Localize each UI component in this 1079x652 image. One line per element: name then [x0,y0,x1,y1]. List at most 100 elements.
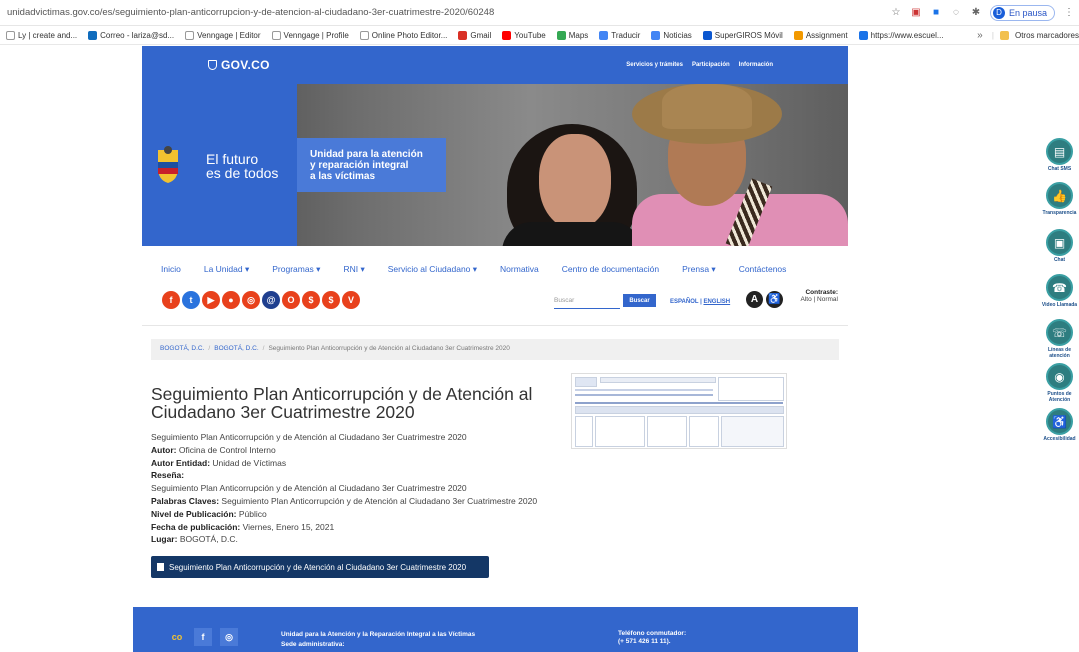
footer-address: Unidad para la Atención y la Reparación … [281,631,476,648]
facebook-icon[interactable]: f [194,628,212,646]
woman-body [502,222,642,246]
bookmark-icon [793,30,803,40]
accessibility-icon[interactable]: ♿ [766,291,783,308]
bookmark-label: Assignment [805,30,848,40]
menu-item[interactable]: Contáctenos [739,264,787,275]
document-details: Seguimiento Plan Anticorrupción y de Ate… [151,432,538,545]
side-widget-5[interactable]: ◉ Puntos de Atención [1040,363,1079,403]
other-bookmarks[interactable]: Otros marcadores [1015,31,1079,40]
top-nav-item[interactable]: Información [739,62,773,68]
side-widget-3[interactable]: ☎ Video Llamada [1040,274,1079,308]
extension2-icon[interactable]: ■ [930,7,942,19]
breadcrumb-item[interactable]: BOGOTÁ, D.C. [214,345,258,352]
menu-icon[interactable]: ⋮ [1063,7,1075,19]
bookmark-item[interactable]: Online Photo Editor... [359,30,448,40]
o-icon[interactable]: O [282,291,300,309]
side-widget-4[interactable]: ☏ Líneas de atención [1040,319,1079,359]
menu-item[interactable]: Prensa ▾ [682,264,716,275]
document-thumbnail[interactable] [571,373,787,449]
co-logo-icon[interactable]: co [168,628,186,646]
bookmark-label: Online Photo Editor... [371,30,448,40]
bookmark-label: Maps [568,30,589,40]
banner-unit-title: Unidad para la atención y reparación int… [310,149,423,182]
twitter-icon[interactable]: t [182,291,200,309]
puzzle-icon[interactable]: ✱ [970,7,982,19]
top-nav-item[interactable]: Participación [692,62,730,68]
menu-item[interactable]: La Unidad ▾ [204,264,249,275]
bookmark-item[interactable]: Correo - lariza@sd... [88,30,174,40]
s-icon[interactable]: $ [302,291,320,309]
bookmark-item[interactable]: Venngage | Profile [271,30,349,40]
banner-slogan: El futuro es de todos [206,151,279,181]
menu-item[interactable]: Inicio [161,264,181,275]
bookmark-icon [185,30,195,40]
bookmarks-bar: Ly | create and... Correo - lariza@sd... V… [0,26,1079,45]
side-widget-0[interactable]: ▤ Chat SMS [1040,138,1079,172]
doc-author: Oficina de Control Interno [178,444,276,455]
search-input[interactable]: Buscar [554,295,620,309]
menu-item[interactable]: RNI ▾ [343,264,364,275]
bookmark-icon [359,30,369,40]
hero-banner: El futuro es de todos Unidad para la ate… [142,84,848,246]
s2-icon[interactable]: $ [322,291,340,309]
star-icon[interactable]: ☆ [890,7,902,19]
bookmark-label: Traducir [611,30,641,40]
side-widget-6[interactable]: ♿ Accesibilidad [1040,408,1079,442]
main-menu-bar: Inicio La Unidad ▾ Programas ▾ RNI ▾ Servici… [142,246,848,326]
main-menu: Inicio La Unidad ▾ Programas ▾ RNI ▾ Servici… [161,264,809,275]
doc-subtitle: Seguimiento Plan Anticorrupción y de Ate… [151,432,467,442]
side-widget-icon: ♿ [1046,408,1073,435]
bookmark-label: Venngage | Editor [197,30,261,40]
youtube-icon[interactable]: ▶ [202,291,220,309]
v-icon[interactable]: V [342,291,360,309]
breadcrumb-item[interactable]: BOGOTÁ, D.C. [160,345,204,352]
menu-item[interactable]: Programas ▾ [272,264,320,275]
bookmark-item[interactable]: Traducir [599,30,641,40]
side-widget-icon: ☎ [1046,274,1073,301]
url-field[interactable]: unidadvictimas.gov.co/es/seguimiento-pla… [0,7,890,18]
folder-icon [999,31,1009,40]
lang-en[interactable]: ENGLISH [703,299,730,305]
side-widget-1[interactable]: 👍 Transparencia [1040,182,1079,216]
side-widget-label: Accesibilidad [1043,436,1076,442]
font-size-button[interactable]: A [746,291,763,308]
bookmark-item[interactable]: Assignment [793,30,848,40]
side-widget-label: Chat SMS [1047,166,1072,172]
bookmark-item[interactable]: https://www.escuel... [858,30,944,40]
contrast-high[interactable]: Alto [801,296,812,303]
breadcrumb-current: Seguimiento Plan Anticorrupción y de Ate… [268,345,510,352]
profile-button[interactable]: D En pausa [989,4,1055,21]
side-widget-icon: ◉ [1046,363,1073,390]
menu-item[interactable]: Servicio al Ciudadano ▾ [388,264,477,275]
side-widget-2[interactable]: ▣ Chat [1040,229,1079,263]
bookmark-item[interactable]: Gmail [458,30,491,40]
instagram-icon[interactable]: ◎ [242,291,260,309]
bookmark-item[interactable]: Noticias [651,30,692,40]
bookmark-item[interactable]: Ly | create and... [6,30,77,40]
bookmark-icon [702,30,712,40]
extension-icon[interactable]: ▣ [910,7,922,19]
lang-es[interactable]: ESPAÑOL [670,299,698,305]
bookmark-item[interactable]: Venngage | Editor [185,30,261,40]
facebook-icon[interactable]: f [162,291,180,309]
instagram-icon[interactable]: ◎ [220,628,238,646]
bookmark-icon [556,30,566,40]
bookmark-item[interactable]: Maps [556,30,589,40]
email-icon[interactable]: @ [262,291,280,309]
footer-social: co f ◎ [168,628,238,646]
menu-item[interactable]: Normativa [500,264,539,275]
gov-logo[interactable]: GOV.CO [208,58,270,72]
download-document-button[interactable]: Seguimiento Plan Anticorrupción y de Ate… [151,556,489,578]
extension3-icon[interactable]: ◌ [950,7,962,19]
search-button[interactable]: Buscar [623,294,656,307]
menu-item[interactable]: Centro de documentación [562,264,659,275]
bookmark-item[interactable]: YouTube [502,30,546,40]
bookmark-label: YouTube [514,30,546,40]
more-bookmarks-icon[interactable]: » [974,30,986,42]
top-nav-item[interactable]: Servicios y trámites [626,62,683,68]
breadcrumb: BOGOTÁ, D.C. / BOGOTÁ, D.C. / Seguimiento Pl… [151,339,839,360]
bookmark-item[interactable]: SuperGIROS Móvil [702,30,783,40]
shield-icon [208,60,217,70]
contrast-normal[interactable]: Normal [817,296,838,303]
flickr-icon[interactable]: ● [222,291,240,309]
